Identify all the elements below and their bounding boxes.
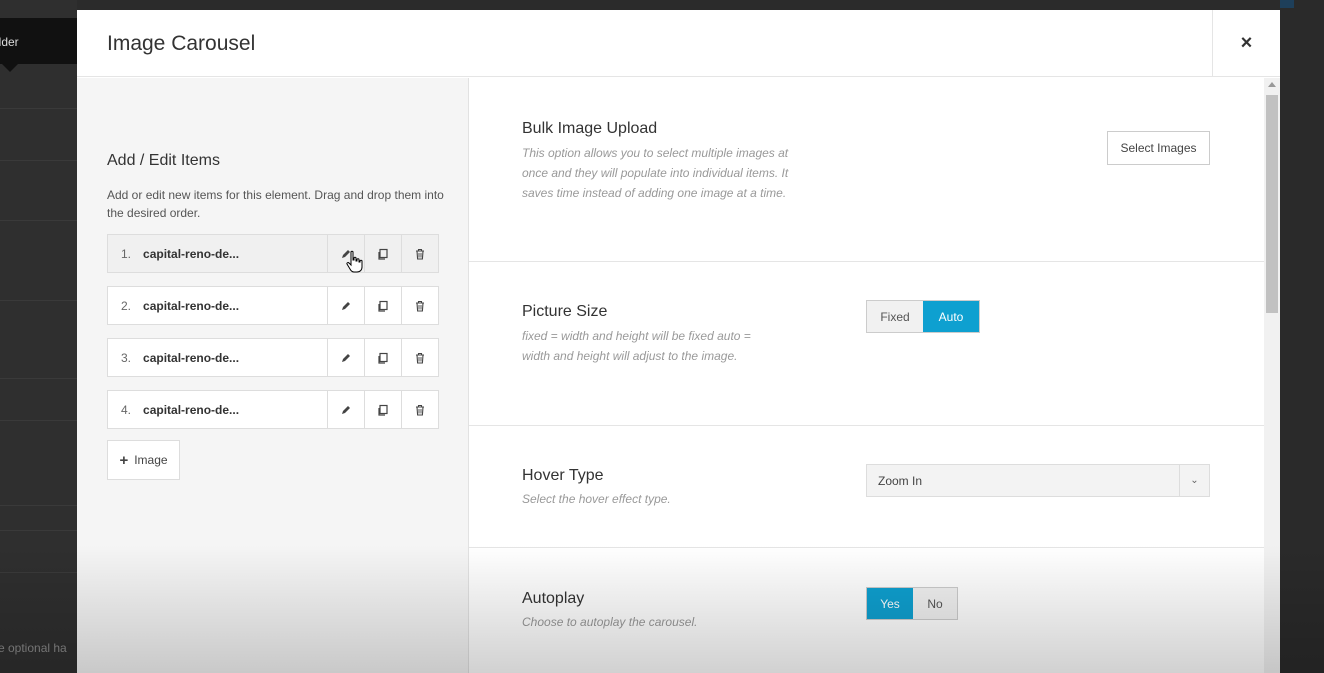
chevron-down-icon: ⌄ [1179, 465, 1209, 496]
plus-icon: + [119, 451, 129, 469]
modal-header: Image Carousel × [77, 10, 1280, 77]
autoplay-section: Autoplay Choose to autoplay the carousel… [469, 548, 1264, 673]
hover-type-title: Hover Type [522, 467, 604, 484]
background-tab [1280, 0, 1294, 8]
bulk-upload-description: This option allows you to select multipl… [522, 146, 789, 200]
clone-item-button[interactable] [364, 287, 401, 324]
item-number: 3. [121, 350, 132, 365]
picture-size-fixed-option[interactable]: Fixed [867, 301, 923, 332]
close-icon: × [1240, 32, 1253, 54]
trash-icon [416, 404, 424, 416]
clone-icon [378, 404, 388, 416]
clone-icon [378, 248, 388, 260]
background-right-area [1280, 0, 1324, 673]
add-image-label: Image [134, 453, 168, 467]
image-carousel-modal: Image Carousel × Add / Edit Items Add or… [77, 10, 1280, 673]
edit-item-button[interactable] [327, 287, 364, 324]
items-heading: Add / Edit Items [107, 152, 220, 169]
clone-item-button[interactable] [364, 339, 401, 376]
clone-icon [378, 300, 388, 312]
trash-icon [416, 248, 424, 260]
edit-item-button[interactable] [327, 339, 364, 376]
autoplay-yes-option[interactable]: Yes [867, 588, 913, 619]
items-panel: Add / Edit Items Add or edit new items f… [77, 78, 469, 673]
background-tooltip: ilder [0, 18, 77, 64]
bulk-upload-section: Bulk Image Upload This option allows you… [469, 78, 1264, 262]
autoplay-description: Choose to autoplay the carousel. [522, 615, 698, 629]
picture-size-section: Picture Size fixed = width and height wi… [469, 262, 1264, 426]
hover-type-section: Hover Type Select the hover effect type.… [469, 426, 1264, 548]
delete-item-button[interactable] [401, 391, 438, 428]
item-number: 1. [121, 246, 132, 261]
background-text: re optional ha [0, 641, 67, 655]
trash-icon [416, 300, 424, 312]
item-list: 1. capital-reno-de... 2. capital-reno-de… [107, 234, 439, 442]
scrollbar[interactable] [1264, 78, 1280, 673]
list-item[interactable]: 1. capital-reno-de... [107, 234, 439, 273]
autoplay-no-option[interactable]: No [913, 588, 957, 619]
clone-item-button[interactable] [364, 235, 401, 272]
autoplay-toggle: Yes No [866, 587, 958, 620]
picture-size-description: fixed = width and height will be fixed a… [522, 329, 751, 363]
list-item[interactable]: 4. capital-reno-de... [107, 390, 439, 429]
select-images-button[interactable]: Select Images [1107, 131, 1210, 165]
scroll-thumb[interactable] [1266, 95, 1278, 313]
hover-type-description: Select the hover effect type. [522, 492, 671, 506]
clone-icon [378, 352, 388, 364]
item-number: 4. [121, 402, 132, 417]
delete-item-button[interactable] [401, 235, 438, 272]
background-tooltip-arrow [2, 64, 18, 72]
scroll-up-icon[interactable] [1268, 82, 1276, 87]
picture-size-toggle: Fixed Auto [866, 300, 980, 333]
list-item[interactable]: 2. capital-reno-de... [107, 286, 439, 325]
list-item[interactable]: 3. capital-reno-de... [107, 338, 439, 377]
settings-panel: Bulk Image Upload This option allows you… [469, 78, 1264, 673]
hand-cursor-icon [346, 250, 363, 273]
edit-item-button[interactable] [327, 391, 364, 428]
item-label[interactable]: 2. capital-reno-de... [108, 287, 327, 324]
close-button[interactable]: × [1212, 10, 1280, 77]
item-label[interactable]: 1. capital-reno-de... [108, 235, 327, 272]
item-name: capital-reno-de... [143, 246, 240, 261]
item-name: capital-reno-de... [143, 350, 240, 365]
delete-item-button[interactable] [401, 287, 438, 324]
autoplay-title: Autoplay [522, 590, 585, 607]
picture-size-auto-option[interactable]: Auto [923, 301, 979, 332]
add-image-button[interactable]: + Image [107, 440, 180, 480]
pencil-icon [342, 301, 350, 310]
items-description: Add or edit new items for this element. … [107, 188, 444, 220]
modal-title: Image Carousel [107, 32, 256, 55]
bulk-upload-title: Bulk Image Upload [522, 120, 658, 137]
hover-type-select[interactable]: Zoom In ⌄ [866, 464, 1210, 497]
item-name: capital-reno-de... [143, 402, 240, 417]
pencil-icon [342, 405, 350, 414]
item-label[interactable]: 4. capital-reno-de... [108, 391, 327, 428]
picture-size-title: Picture Size [522, 303, 608, 320]
item-label[interactable]: 3. capital-reno-de... [108, 339, 327, 376]
item-name: capital-reno-de... [143, 298, 240, 313]
trash-icon [416, 352, 424, 364]
item-number: 2. [121, 298, 132, 313]
pencil-icon [342, 353, 350, 362]
delete-item-button[interactable] [401, 339, 438, 376]
clone-item-button[interactable] [364, 391, 401, 428]
hover-type-value: Zoom In [878, 473, 923, 488]
